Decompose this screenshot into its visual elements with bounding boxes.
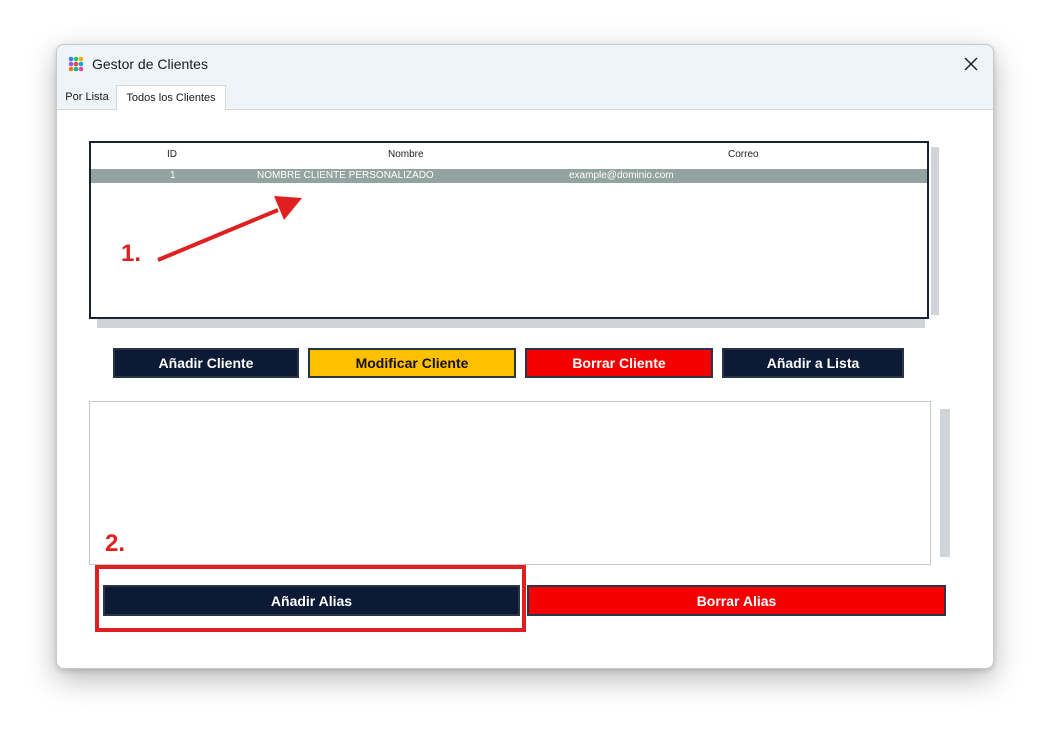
delete-alias-button[interactable]: Borrar Alias [527, 585, 946, 616]
app-icon [68, 56, 84, 72]
window-title: Gestor de Clientes [92, 56, 208, 72]
tab-bar: Por Lista Todos los Clientes [57, 83, 993, 110]
close-button[interactable] [949, 45, 993, 83]
delete-client-button[interactable]: Borrar Cliente [525, 348, 713, 378]
title-bar: Gestor de Clientes [57, 45, 993, 83]
tab-por-lista[interactable]: Por Lista [59, 85, 115, 108]
modify-client-button[interactable]: Modificar Cliente [308, 348, 516, 378]
annotation-step-1: 1. [121, 240, 142, 267]
table-horizontal-scrollbar[interactable] [97, 319, 925, 328]
cell-nombre: NOMBRE CLIENTE PERSONALIZADO [257, 170, 434, 181]
add-client-button[interactable]: Añadir Cliente [113, 348, 299, 378]
column-header-nombre[interactable]: Nombre [388, 149, 424, 160]
alias-list[interactable] [89, 401, 931, 565]
alias-vertical-scrollbar[interactable] [940, 409, 950, 557]
add-to-list-button[interactable]: Añadir a Lista [722, 348, 904, 378]
cell-id: 1 [170, 170, 176, 181]
annotation-step-2: 2. [105, 530, 126, 557]
clients-table: ID Nombre Correo 1 NOMBRE CLIENTE PERSON… [89, 141, 929, 319]
add-alias-button[interactable]: Añadir Alias [103, 585, 520, 616]
column-header-id[interactable]: ID [167, 149, 177, 160]
table-row[interactable]: 1 NOMBRE CLIENTE PERSONALIZADO example@d… [91, 169, 927, 183]
column-header-correo[interactable]: Correo [728, 149, 759, 160]
cell-correo: example@dominio.com [569, 170, 674, 181]
close-icon [964, 57, 978, 71]
main-window: Gestor de Clientes Por Lista Todos los C… [56, 44, 994, 669]
table-header: ID Nombre Correo [91, 149, 927, 163]
table-vertical-scrollbar[interactable] [931, 147, 939, 315]
tab-todos-los-clientes[interactable]: Todos los Clientes [116, 85, 226, 110]
